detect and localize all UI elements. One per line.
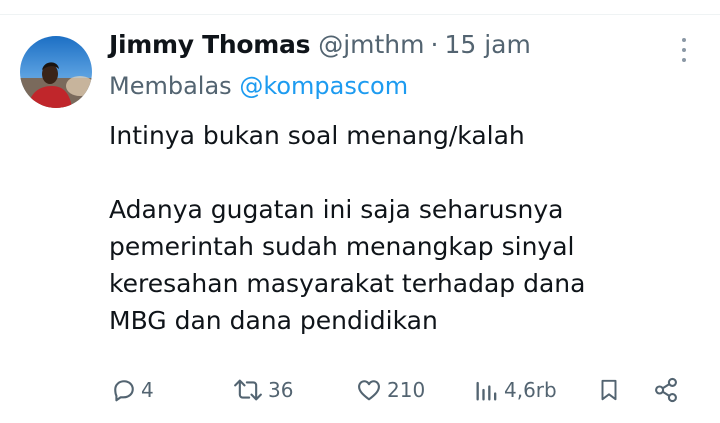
- heart-icon: [358, 380, 380, 401]
- action-bar: 4 36 210 4,6rb: [0, 370, 720, 410]
- retweet-count: 36: [268, 378, 294, 402]
- views-button[interactable]: 4,6rb: [473, 370, 557, 410]
- top-divider: [0, 14, 720, 15]
- tweet-text-line: MBG dan dana pendidikan: [109, 306, 438, 335]
- views-icon: [476, 381, 497, 401]
- reply-prefix: Membalas: [109, 72, 232, 100]
- avatar-photo: [20, 36, 92, 108]
- tweet-text-line: pemerintah sudah menangkap sinyal: [109, 232, 575, 261]
- author-name[interactable]: Jimmy Thomas: [109, 30, 311, 59]
- tweet-text-line: keresahan masyarakat terhadap dana: [109, 269, 586, 298]
- retweet-button[interactable]: 36: [231, 370, 293, 410]
- more-options-icon[interactable]: [672, 36, 696, 64]
- timestamp[interactable]: 15 jam: [444, 30, 530, 59]
- author-handle[interactable]: @jmthm: [318, 30, 424, 59]
- tweet-text-line: Adanya gugatan ini saja seharusnya: [109, 195, 564, 224]
- tweet-text: Intinya bukan soal menang/kalah Adanya g…: [109, 117, 669, 339]
- separator-dot: ·: [430, 30, 439, 59]
- share-button[interactable]: [652, 370, 680, 410]
- reply-icon: [114, 380, 134, 402]
- reply-button[interactable]: 4: [110, 370, 154, 410]
- share-icon: [655, 377, 677, 403]
- tweet-header: Jimmy Thomas @jmthm · 15 jam: [109, 30, 531, 66]
- like-button[interactable]: 210: [354, 370, 425, 410]
- bookmark-icon: [601, 379, 617, 401]
- like-count: 210: [387, 378, 426, 402]
- bookmark-button[interactable]: [596, 370, 622, 410]
- views-count: 4,6rb: [504, 378, 557, 402]
- avatar[interactable]: [20, 36, 92, 108]
- retweet-icon: [234, 379, 262, 401]
- tweet-text-line: Intinya bukan soal menang/kalah: [109, 121, 525, 150]
- reply-count: 4: [141, 378, 154, 402]
- reply-to-handle[interactable]: @kompascom: [239, 72, 408, 100]
- reply-context: Membalas @kompascom: [109, 72, 408, 100]
